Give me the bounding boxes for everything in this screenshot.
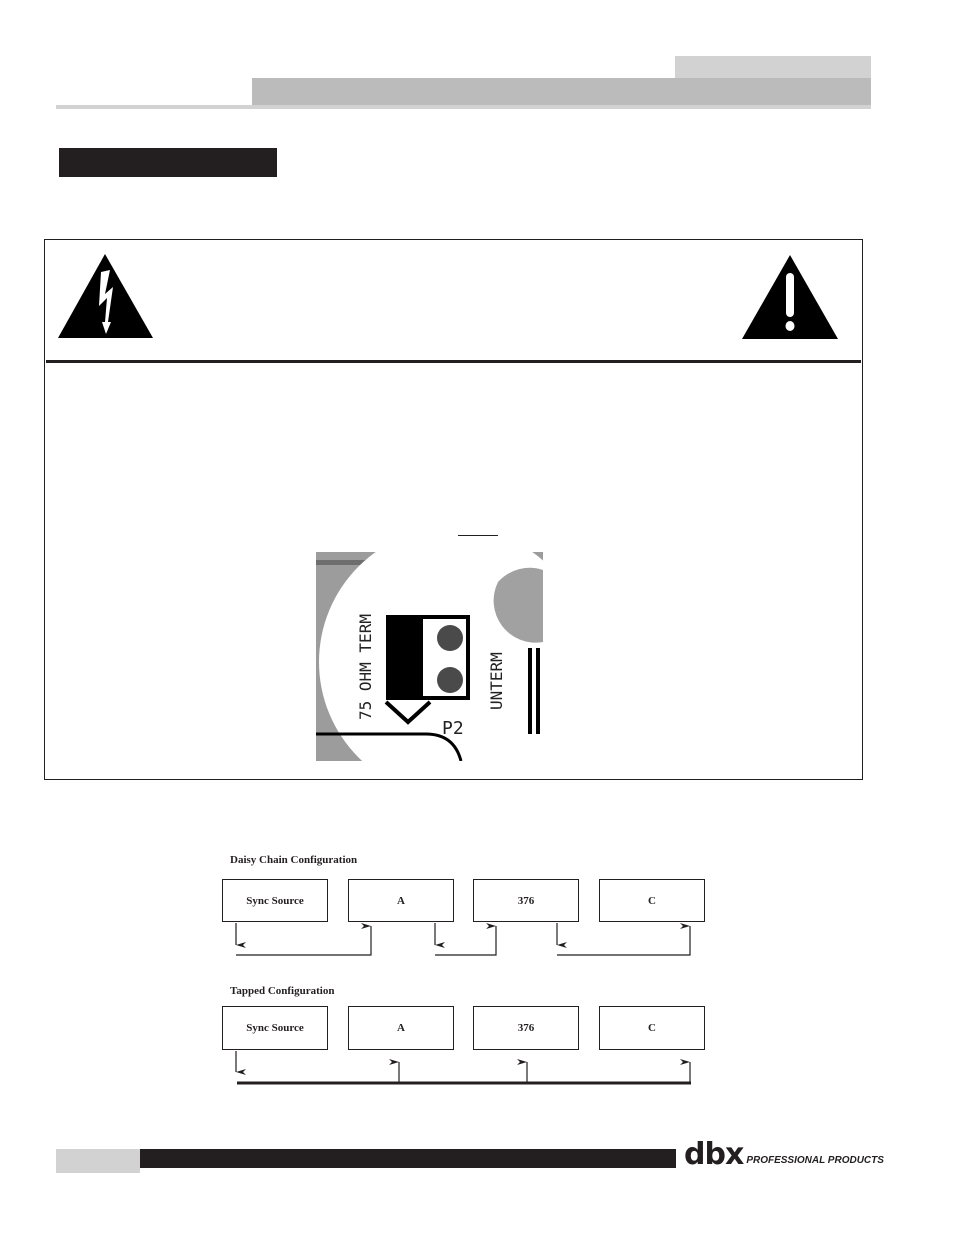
footer-bar — [140, 1149, 676, 1168]
tapped-wires — [235, 1051, 691, 1085]
logo-main: dbx — [684, 1137, 744, 1172]
dbx-logo: dbx PROFESSIONAL PRODUCTS — [684, 1130, 884, 1170]
footer-page-tab — [56, 1149, 140, 1173]
logo-sub: PROFESSIONAL PRODUCTS — [746, 1155, 884, 1166]
